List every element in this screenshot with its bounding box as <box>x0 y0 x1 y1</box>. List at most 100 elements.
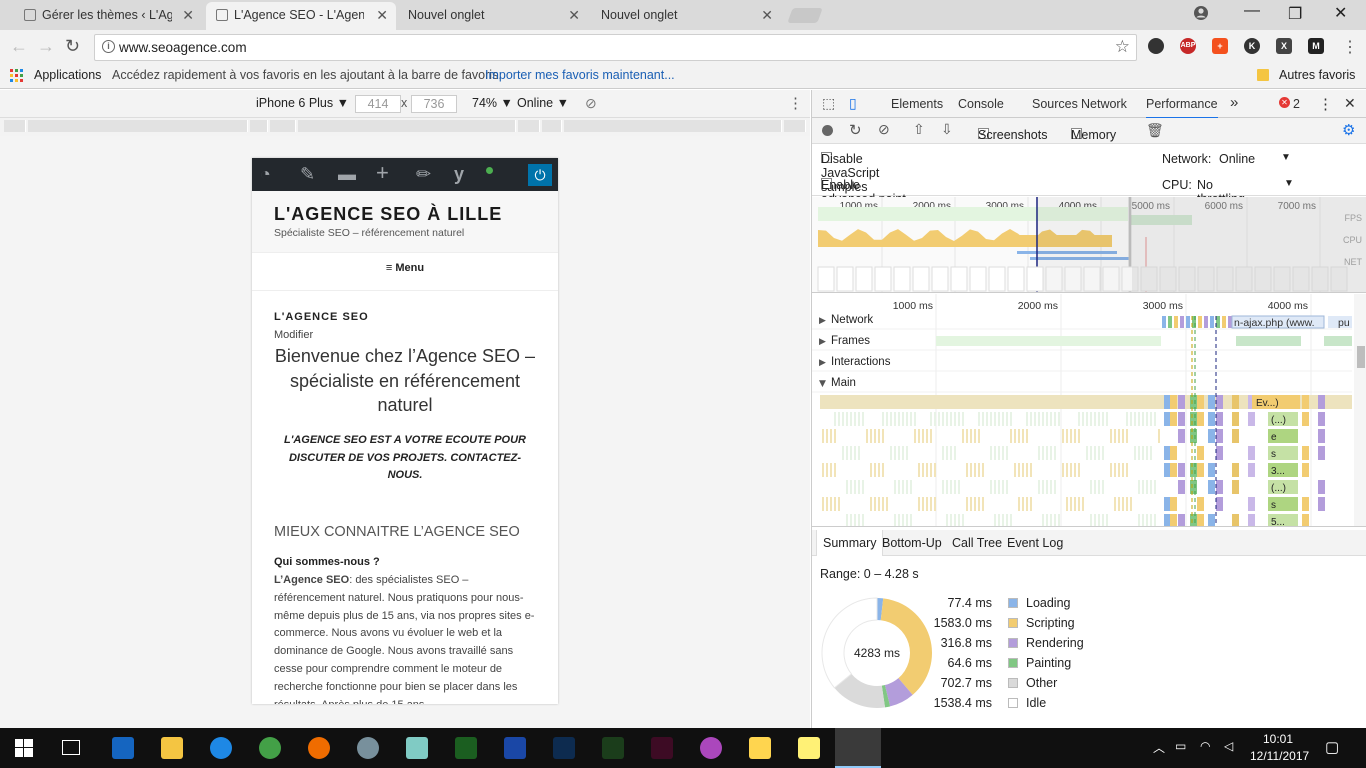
task-view-icon[interactable] <box>62 740 80 755</box>
track-label: Interactions <box>831 356 891 368</box>
tab-bottom-up[interactable]: Bottom-Up <box>882 536 942 550</box>
close-devtools-icon[interactable]: ✕ <box>1344 95 1356 112</box>
extension-m-icon[interactable]: M <box>1308 38 1324 54</box>
site-title[interactable]: L'AGENCE SEO À LILLE <box>274 204 502 225</box>
zoom-select[interactable]: 74% ▼ <box>472 96 513 110</box>
close-tab-icon[interactable]: ✕ <box>568 2 580 28</box>
tab-performance[interactable]: Performance <box>1146 97 1218 119</box>
profile-icon[interactable] <box>1193 5 1209 26</box>
rotate-icon[interactable]: ⊘ <box>585 95 597 112</box>
record-icon[interactable] <box>822 125 833 136</box>
settings-gear-icon[interactable]: ⚙ <box>1342 121 1355 139</box>
chrome-active-icon[interactable] <box>835 728 881 768</box>
customize-brush-icon[interactable]: ✎ <box>300 164 315 185</box>
extension-k-icon[interactable]: K <box>1244 38 1260 54</box>
photos-icon[interactable] <box>700 737 722 759</box>
explorer-folder-icon[interactable] <box>749 737 771 759</box>
tab-network[interactable]: Network <box>1081 97 1127 111</box>
indesign-icon[interactable] <box>651 737 673 759</box>
tab-agence-seo[interactable]: L'Agence SEO - L'Agence ✕ <box>206 2 396 30</box>
wifi-icon[interactable]: ◠ <box>1200 739 1210 753</box>
clock-date[interactable]: 12/11/2017 <box>1250 749 1309 763</box>
new-tab-button[interactable] <box>787 8 823 23</box>
tab-event-log[interactable]: Event Log <box>1007 536 1063 550</box>
clear-icon[interactable]: ⊘ <box>878 121 890 138</box>
tray-chevron-icon[interactable]: ︿ <box>1153 739 1165 756</box>
save-profile-icon[interactable]: ⇩ <box>941 121 953 138</box>
yoast-icon[interactable]: y <box>454 164 464 185</box>
collect-garbage-icon[interactable]: 🗑 <box>1146 122 1164 139</box>
import-bookmarks-link[interactable]: Importer mes favoris maintenant... <box>485 68 675 82</box>
tab-console[interactable]: Console <box>958 97 1004 111</box>
dashboard-icon[interactable]: ◔ <box>260 164 271 185</box>
info-icon[interactable]: i <box>102 40 115 53</box>
apps-link[interactable]: Applications <box>34 68 101 82</box>
photoshop-icon[interactable] <box>553 737 575 759</box>
main-task-slice <box>954 412 956 426</box>
firefox-icon[interactable] <box>308 737 330 759</box>
reload-profile-icon[interactable]: ↻ <box>849 121 862 139</box>
tab-new-1[interactable]: Nouvel onglet ✕ <box>398 2 588 30</box>
devtools-menu-icon[interactable]: ⋮ <box>1318 95 1333 113</box>
internet-explorer-icon[interactable] <box>210 737 232 759</box>
timeline-overview[interactable]: 1000 ms2000 ms3000 ms4000 ms5000 ms6000 … <box>812 197 1366 293</box>
tab-summary[interactable]: Summary <box>816 530 884 556</box>
reload-icon[interactable]: ↻ <box>65 36 80 57</box>
close-tab-icon[interactable]: ✕ <box>761 2 773 28</box>
start-windows-icon[interactable] <box>15 739 33 760</box>
new-content-icon[interactable]: + <box>376 160 389 186</box>
device-width-input[interactable]: 414 <box>355 95 401 113</box>
load-profile-icon[interactable]: ⇧ <box>913 121 925 138</box>
chrome-menu-icon[interactable]: ⋮ <box>1342 37 1358 57</box>
apps-grid-icon[interactable] <box>10 69 24 86</box>
power-icon[interactable]: ⏻ <box>528 164 552 186</box>
dreamweaver-icon[interactable] <box>602 737 624 759</box>
device-select[interactable]: iPhone 6 Plus ▼ <box>256 96 349 110</box>
extension-plus-icon[interactable]: + <box>1212 38 1228 54</box>
error-icon[interactable]: ✕ <box>1279 97 1290 108</box>
adblock-icon[interactable]: ABP <box>1180 38 1196 54</box>
tab-sources[interactable]: Sources <box>1032 97 1078 111</box>
extension-x-icon[interactable]: X <box>1276 38 1292 54</box>
forward-icon[interactable]: → <box>37 36 55 57</box>
volume-icon[interactable]: ◁ <box>1224 739 1233 753</box>
close-tab-icon[interactable]: ✕ <box>376 2 388 28</box>
extension-color-icon[interactable] <box>1148 38 1164 54</box>
app-icon[interactable] <box>406 737 428 759</box>
inspect-icon[interactable]: ⬚ <box>822 95 835 112</box>
tab-themes[interactable]: Gérer les thèmes ‹ L'Age ✕ <box>14 2 202 30</box>
edit-link[interactable]: Modifier <box>274 329 536 341</box>
file-explorer-icon[interactable] <box>161 737 183 759</box>
tab-new-2[interactable]: Nouvel onglet ✕ <box>591 2 781 30</box>
media-query-ruler[interactable] <box>0 118 810 136</box>
chrome-icon[interactable] <box>259 737 281 759</box>
excel-icon[interactable] <box>455 737 477 759</box>
device-menu-icon[interactable]: ⋮ <box>788 94 803 112</box>
throttle-select[interactable]: Online ▼ <box>517 96 569 110</box>
device-mode-icon[interactable]: ▯ <box>849 95 857 112</box>
main-task-slice <box>1142 480 1144 494</box>
other-bookmarks[interactable]: Autres favoris <box>1279 68 1355 82</box>
close-window-icon[interactable]: ✕ <box>1334 3 1347 23</box>
comments-icon[interactable]: ▬ <box>338 164 356 185</box>
tab-elements[interactable]: Elements <box>891 97 943 111</box>
sticky-notes-icon[interactable] <box>798 737 820 759</box>
edit-page-icon[interactable]: ✏ <box>416 164 431 185</box>
word-icon[interactable] <box>504 737 526 759</box>
minimize-icon[interactable]: — <box>1244 2 1260 20</box>
more-tabs-icon[interactable]: » <box>1230 94 1238 111</box>
restore-icon[interactable]: ❐ <box>1288 4 1302 24</box>
safari-icon[interactable] <box>357 737 379 759</box>
close-tab-icon[interactable]: ✕ <box>182 2 194 28</box>
tab-call-tree[interactable]: Call Tree <box>952 536 1002 550</box>
notifications-icon[interactable]: ▢ <box>1325 738 1339 756</box>
device-height-input[interactable]: 736 <box>411 95 457 113</box>
back-icon[interactable]: ← <box>10 36 28 57</box>
menu-toggle[interactable]: ≡ Menu <box>252 262 558 274</box>
bookmark-star-icon[interactable]: ☆ <box>1115 37 1130 57</box>
flame-chart[interactable]: 1000 ms 2000 ms 3000 ms 4000 ms ▶ Network ▶ Fra… <box>812 294 1366 527</box>
address-bar[interactable]: i www.seoagence.com ☆ <box>94 34 1137 61</box>
battery-icon[interactable]: ▭ <box>1175 739 1186 753</box>
edge-icon[interactable] <box>112 737 134 759</box>
clock-time[interactable]: 10:01 <box>1263 732 1293 746</box>
